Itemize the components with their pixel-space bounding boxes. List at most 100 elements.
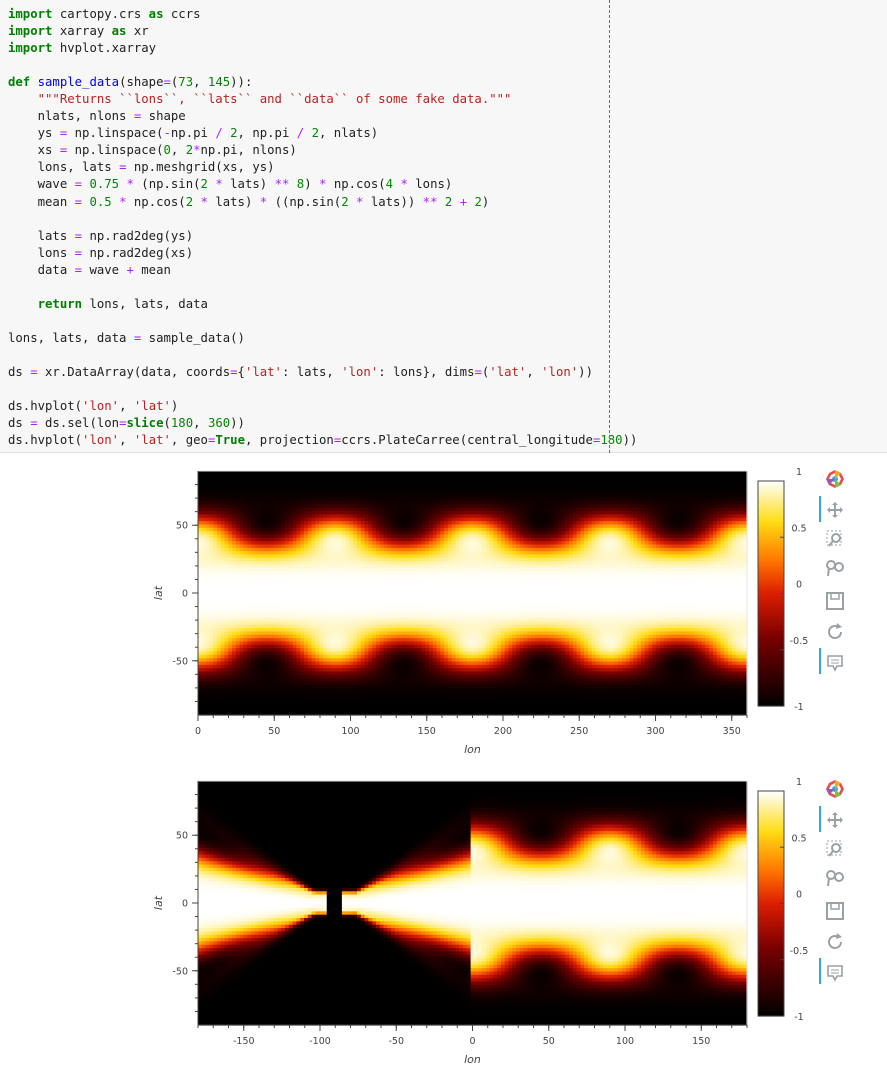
heatmap-cell <box>705 491 710 495</box>
heatmap-cell <box>224 491 229 495</box>
heatmap-cell <box>463 491 468 495</box>
heatmap-cell <box>659 557 665 562</box>
heatmap-cell <box>489 477 494 482</box>
heatmap-cell <box>546 571 551 576</box>
code-token: ** <box>275 177 290 191</box>
heatmap-cell <box>258 504 263 509</box>
heatmap-cell <box>580 491 585 495</box>
heatmap-cell <box>637 557 642 562</box>
heatmap-cell <box>701 557 706 562</box>
heatmap-cell <box>565 557 570 562</box>
heatmap-cell <box>569 557 574 562</box>
heatmap-cell <box>550 544 555 549</box>
heatmap-cell <box>508 491 513 495</box>
heatmap-cell <box>251 477 256 482</box>
heatmap-cell <box>712 571 718 576</box>
heatmap-cell <box>542 504 547 509</box>
heatmap-cell <box>372 557 377 562</box>
heatmap-cell <box>213 477 218 482</box>
heatmap-plot-1[interactable]: 0 50 100 150 200 250 300 350 lon 50 0 -50 lat 1 0.5 0 -0… <box>0 463 887 763</box>
heatmap-cell <box>201 557 207 562</box>
heatmap-cell <box>406 477 411 482</box>
heatmap-cell <box>387 504 392 509</box>
heatmap-cell <box>330 504 335 509</box>
heatmap-cell <box>360 491 366 495</box>
heatmap-cell <box>322 557 328 562</box>
heatmap-cell <box>508 544 513 549</box>
code-token: 360 <box>208 416 230 430</box>
heatmap-cell <box>440 571 445 576</box>
heatmap-cell <box>478 491 483 495</box>
code-token: * <box>201 195 208 209</box>
heatmap-cell <box>357 571 362 576</box>
heatmap-cell <box>349 517 354 522</box>
heatmap-cell <box>686 571 691 576</box>
heatmap-cell <box>372 491 377 495</box>
heatmap-cell <box>618 544 623 549</box>
heatmap-cell <box>587 544 593 549</box>
heatmap-cell <box>728 571 733 576</box>
heatmap-cell <box>470 491 475 495</box>
code-token: 2 <box>475 195 482 209</box>
heatmap-cell <box>447 557 453 562</box>
heatmap-cell <box>319 477 324 482</box>
line-length-ruler <box>609 0 610 453</box>
code-token: )) <box>230 75 245 89</box>
heatmap-cell <box>394 557 400 562</box>
heatmap-cell <box>576 531 582 536</box>
code-line: ds.hvplot('lon', 'lat', geo=True, projec… <box>8 432 887 449</box>
heatmap-cell <box>497 517 502 522</box>
heatmap-cell <box>413 544 419 549</box>
heatmap-cell <box>338 557 343 562</box>
heatmap-cell <box>606 557 612 562</box>
heatmap-cell <box>300 557 305 562</box>
code-token: 4 <box>386 177 393 191</box>
code-token: 73 <box>178 75 193 89</box>
heatmap-cell <box>508 504 513 509</box>
heatmap-cell <box>383 504 388 509</box>
heatmap-cell <box>258 531 263 536</box>
code-token: = <box>30 365 37 379</box>
heatmap-cell <box>391 544 396 549</box>
heatmap-cell <box>243 517 248 522</box>
code-line: xs = np.linspace(0, 2*np.pi, nlons) <box>8 142 887 159</box>
heatmap-cell <box>326 517 332 522</box>
code-cell[interactable]: import cartopy.crs as ccrs import xarray … <box>0 0 887 453</box>
code-editor[interactable]: import cartopy.crs as ccrs import xarray … <box>0 0 887 449</box>
heatmap-cell <box>243 557 248 562</box>
heatmap-cell <box>451 504 457 509</box>
heatmap-cell <box>553 517 559 522</box>
heatmap-cell <box>553 571 559 576</box>
heatmap-cell <box>281 504 286 509</box>
code-token: , <box>119 433 134 447</box>
heatmap-cell <box>394 477 400 482</box>
heatmap-cell <box>644 477 650 482</box>
heatmap-cell <box>436 557 441 562</box>
heatmap-cell <box>671 491 676 495</box>
heatmap-cell <box>269 571 275 576</box>
heatmap-cell <box>603 504 608 509</box>
heatmap-cell <box>504 571 510 576</box>
heatmap-cell <box>493 517 498 522</box>
heatmap-cell <box>591 504 597 509</box>
heatmap-cell <box>463 504 468 509</box>
heatmap-cell <box>512 517 517 522</box>
heatmap-cell <box>534 544 540 549</box>
heatmap-cell <box>387 491 392 495</box>
heatmap-cell <box>485 544 491 549</box>
heatmap-cell <box>550 531 555 536</box>
heatmap-cell <box>656 544 661 549</box>
code-token: 2 <box>312 126 319 140</box>
heatmap-cell <box>720 491 725 495</box>
code-token: , <box>526 365 541 379</box>
heatmap-cell <box>436 491 441 495</box>
heatmap-cell <box>334 544 339 549</box>
heatmap-cell <box>353 531 358 536</box>
heatmap-cell <box>220 571 226 576</box>
heatmap-cell <box>731 477 737 482</box>
heatmap-cell <box>315 544 320 549</box>
